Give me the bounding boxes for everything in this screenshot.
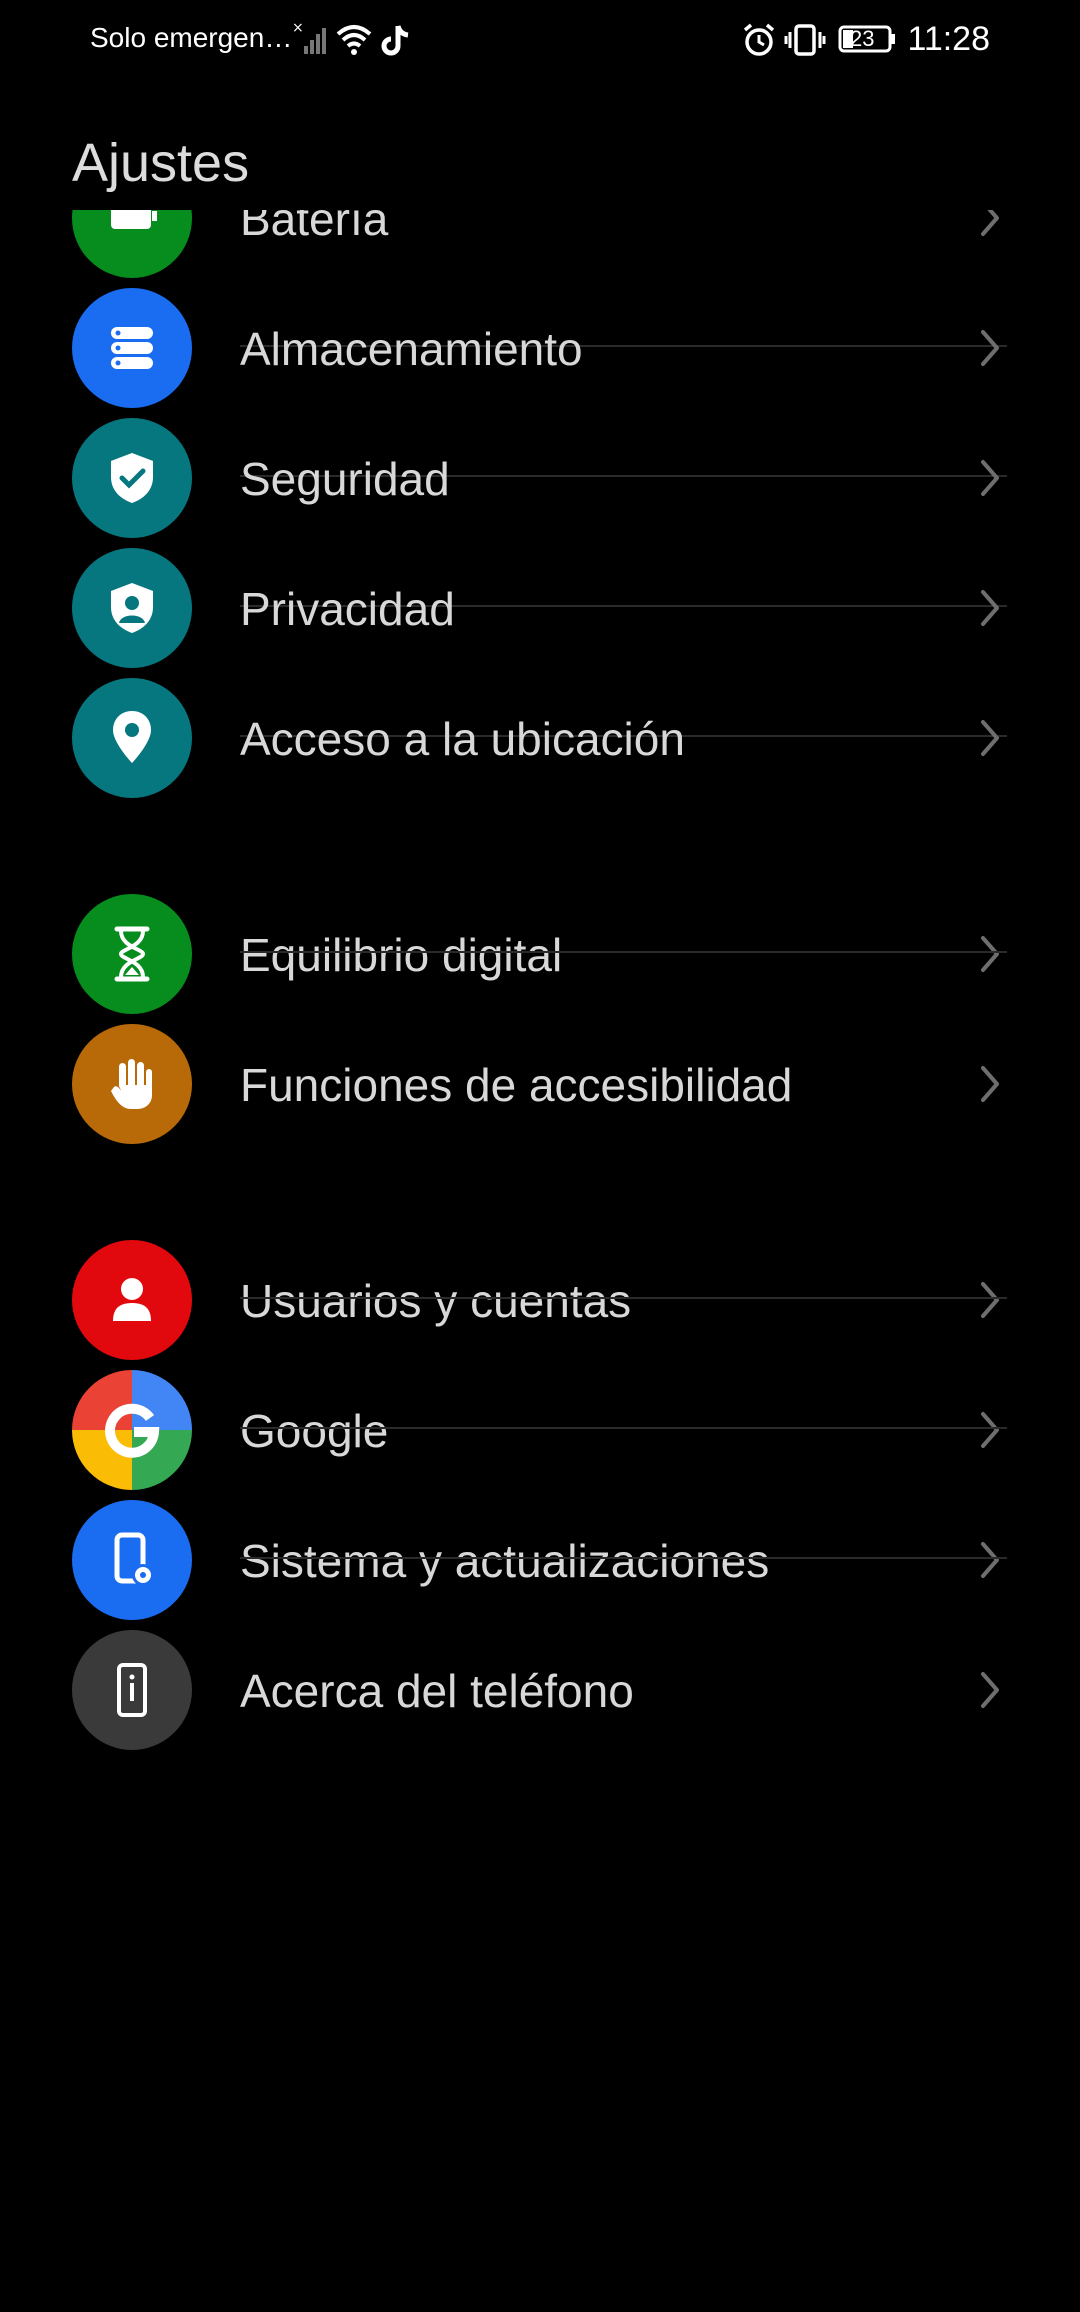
chevron-right-icon — [981, 590, 999, 626]
location-pin-icon — [72, 678, 192, 798]
chevron-right-icon — [981, 720, 999, 756]
row-divider — [240, 1557, 1007, 1559]
page-title: Ajustes — [72, 133, 250, 193]
setting-label: Usuarios y cuentas — [240, 1275, 632, 1327]
alarm-icon — [743, 23, 775, 56]
chevron-right-icon — [981, 460, 999, 496]
settings-list[interactable]: Batería Almacenamiento Seguridad Privacidad… — [0, 210, 1080, 2312]
setting-label: Almacenamiento — [240, 323, 583, 375]
chevron-right-icon — [981, 1672, 999, 1708]
chevron-right-icon — [981, 1412, 999, 1448]
row-divider — [240, 1427, 1007, 1429]
setting-label: Google — [240, 1405, 389, 1457]
hand-icon — [72, 1024, 192, 1144]
chevron-right-icon — [981, 1066, 999, 1102]
chevron-right-icon — [981, 210, 999, 236]
setting-row-acceso-a-la-ubicacion[interactable]: Acceso a la ubicación — [0, 642, 1080, 834]
tiktok-icon — [381, 25, 409, 56]
setting-label: Privacidad — [240, 583, 455, 635]
status-bar: Solo emergen… × 23 11:28 — [0, 0, 1080, 80]
chevron-right-icon — [981, 936, 999, 972]
setting-label: Seguridad — [240, 453, 450, 505]
svg-text:×: × — [292, 20, 304, 36]
setting-row-funciones-de-accesibilidad[interactable]: Funciones de accesibilidad — [0, 988, 1080, 1180]
chevron-right-icon — [981, 330, 999, 366]
setting-label: Acceso a la ubicación — [240, 713, 685, 765]
chevron-right-icon — [981, 1542, 999, 1578]
chevron-right-icon — [981, 1282, 999, 1318]
battery-level: 23 — [850, 26, 875, 51]
wifi-icon — [336, 25, 372, 55]
setting-label: Batería — [240, 210, 389, 245]
battery-icon: 23 — [838, 24, 898, 54]
signal-off-icon: × — [292, 20, 326, 54]
carrier-text: Solo emergen… — [90, 22, 293, 53]
row-divider — [240, 951, 1007, 953]
phone-info-icon — [72, 1630, 192, 1750]
vibrate-icon — [784, 24, 826, 56]
setting-row-acerca-del-telefono[interactable]: Acerca del teléfono — [0, 1594, 1080, 1786]
setting-label: Sistema y actualizaciones — [240, 1535, 770, 1587]
clock: 11:28 — [907, 20, 990, 58]
row-divider — [240, 1297, 1007, 1299]
setting-label: Acerca del teléfono — [240, 1665, 634, 1717]
setting-label: Funciones de accesibilidad — [240, 1059, 793, 1111]
setting-label: Equilibrio digital — [240, 929, 563, 981]
